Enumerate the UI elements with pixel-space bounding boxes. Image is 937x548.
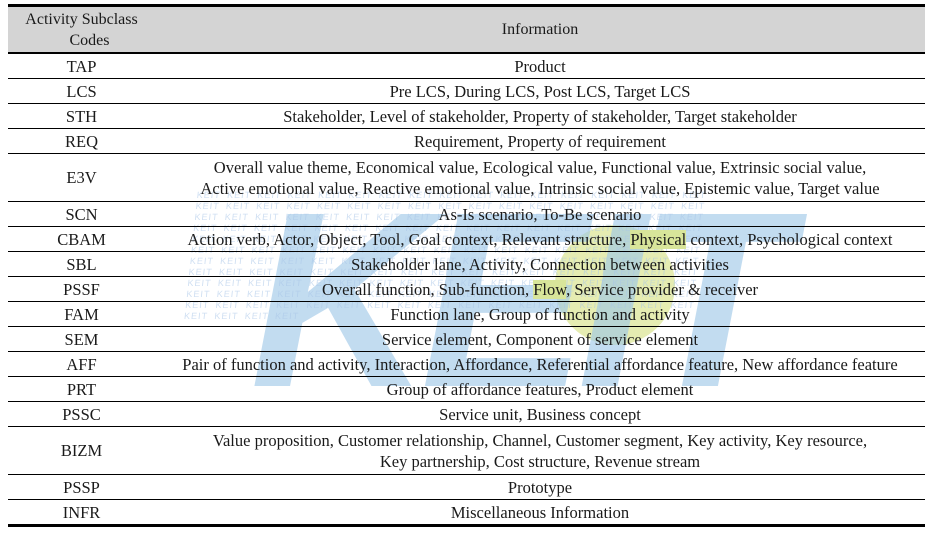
- activity-subclass-code-cell: PSSF: [8, 276, 155, 302]
- information-line: Function lane, Group of function and act…: [390, 304, 690, 324]
- activity-subclass-code-cell: E3V: [8, 153, 155, 202]
- information-cell: Stakeholder, Level of stakeholder, Prope…: [155, 103, 925, 129]
- information-cell: Service unit, Business concept: [155, 401, 925, 427]
- information-cell: Overall value theme, Economical value, E…: [155, 153, 925, 202]
- header-codes-line1: Activity Subclass: [25, 11, 138, 28]
- header-information: Information: [155, 4, 925, 54]
- information-cell: Group of affordance features, Product el…: [155, 376, 925, 402]
- information-line: Overall value theme, Economical value, E…: [213, 157, 867, 177]
- table-row: PSSC Service unit, Business concept: [8, 401, 925, 427]
- activity-subclass-code-cell: BIZM: [8, 426, 155, 475]
- information-line: Value proposition, Customer relationship…: [212, 430, 868, 450]
- information-line: Stakeholder lane, Activity, Connection b…: [351, 254, 729, 274]
- information-cell: Product: [155, 53, 925, 79]
- information-cell: Value proposition, Customer relationship…: [155, 426, 925, 475]
- table-row: INFR Miscellaneous Information: [8, 499, 925, 527]
- information-cell: Action verb, Actor, Object, Tool, Goal c…: [155, 226, 925, 252]
- information-cell: Overall function, Sub-function, Flow, Se…: [155, 276, 925, 302]
- table-row: STH Stakeholder, Level of stakeholder, Pr…: [8, 103, 925, 129]
- table-header-row: Activity Subclass Codes Information: [8, 4, 925, 54]
- table-row: FAM Function lane, Group of function and …: [8, 301, 925, 327]
- table-row: SCN As-Is scenario, To-Be scenario: [8, 201, 925, 227]
- information-cell: Prototype: [155, 474, 925, 500]
- information-cell: Miscellaneous Information: [155, 499, 925, 527]
- activity-subclass-code-cell: CBAM: [8, 226, 155, 252]
- activity-subclass-code-cell: AFF: [8, 351, 155, 377]
- activity-subclass-code-cell: PSSC: [8, 401, 155, 427]
- information-line: Prototype: [507, 477, 573, 497]
- activity-subclass-code-cell: TAP: [8, 53, 155, 79]
- table-body: TAP Product LCS Pre LCS, During LCS, Post L…: [8, 53, 925, 527]
- activity-subclass-code-cell: INFR: [8, 499, 155, 527]
- highlighted-word: Flow: [533, 279, 567, 299]
- activity-subclass-code-cell: STH: [8, 103, 155, 129]
- information-cell: Pre LCS, During LCS, Post LCS, Target LC…: [155, 78, 925, 104]
- activity-subclass-code-cell: SEM: [8, 326, 155, 352]
- activity-subclass-code-cell: PRT: [8, 376, 155, 402]
- information-cell: Function lane, Group of function and act…: [155, 301, 925, 327]
- information-line: Overall function, Sub-function, Flow, Se…: [321, 279, 759, 299]
- activity-subclass-table: Activity Subclass Codes Information TAP P…: [8, 4, 925, 527]
- activity-subclass-table-container: Activity Subclass Codes Information TAP P…: [8, 4, 925, 540]
- information-line: Key partnership, Cost structure, Revenue…: [379, 451, 701, 471]
- information-line: As-Is scenario, To-Be scenario: [438, 204, 642, 224]
- header-activity-subclass-codes: Activity Subclass Codes: [8, 4, 155, 54]
- table-row: LCS Pre LCS, During LCS, Post LCS, Target…: [8, 78, 925, 104]
- table-row: TAP Product: [8, 53, 925, 79]
- table-header: Activity Subclass Codes Information: [8, 4, 925, 54]
- table-row: E3V Overall value theme, Economical value…: [8, 153, 925, 202]
- activity-subclass-code-cell: PSSP: [8, 474, 155, 500]
- table-row: AFF Pair of function and activity, Intera…: [8, 351, 925, 377]
- information-line: Active emotional value, Reactive emotion…: [200, 178, 880, 198]
- table-row: BIZM Value proposition, Customer relation…: [8, 426, 925, 475]
- information-line: Stakeholder, Level of stakeholder, Prope…: [283, 106, 797, 126]
- information-line: Group of affordance features, Product el…: [386, 379, 694, 399]
- table-row: PSSP Prototype: [8, 474, 925, 500]
- activity-subclass-code-cell: LCS: [8, 78, 155, 104]
- table-row: REQ Requirement, Property of requirement: [8, 128, 925, 154]
- highlighted-word: Physical: [630, 229, 687, 249]
- information-line: Miscellaneous Information: [450, 502, 630, 522]
- activity-subclass-code-cell: REQ: [8, 128, 155, 154]
- information-cell: As-Is scenario, To-Be scenario: [155, 201, 925, 227]
- information-cell: Pair of function and activity, Interacti…: [155, 351, 925, 377]
- table-row: PSSF Overall function, Sub-function, Flow…: [8, 276, 925, 302]
- table-row: SBL Stakeholder lane, Activity, Connectio…: [8, 251, 925, 277]
- information-cell: Requirement, Property of requirement: [155, 128, 925, 154]
- information-cell: Stakeholder lane, Activity, Connection b…: [155, 251, 925, 277]
- information-line: Pair of function and activity, Interacti…: [182, 354, 898, 374]
- activity-subclass-code-cell: FAM: [8, 301, 155, 327]
- information-line: Service element, Component of service el…: [381, 329, 699, 349]
- activity-subclass-code-cell: SCN: [8, 201, 155, 227]
- header-codes-line2: Codes: [69, 32, 110, 49]
- activity-subclass-code-cell: SBL: [8, 251, 155, 277]
- information-line: Action verb, Actor, Object, Tool, Goal c…: [187, 229, 893, 249]
- information-line: Product: [514, 56, 566, 76]
- table-row: CBAM Action verb, Actor, Object, Tool, Go…: [8, 226, 925, 252]
- table-row: SEM Service element, Component of service…: [8, 326, 925, 352]
- table-row: PRT Group of affordance features, Product…: [8, 376, 925, 402]
- information-line: Pre LCS, During LCS, Post LCS, Target LC…: [389, 81, 691, 101]
- information-line: Service unit, Business concept: [439, 404, 641, 424]
- information-cell: Service element, Component of service el…: [155, 326, 925, 352]
- information-line: Requirement, Property of requirement: [413, 131, 666, 151]
